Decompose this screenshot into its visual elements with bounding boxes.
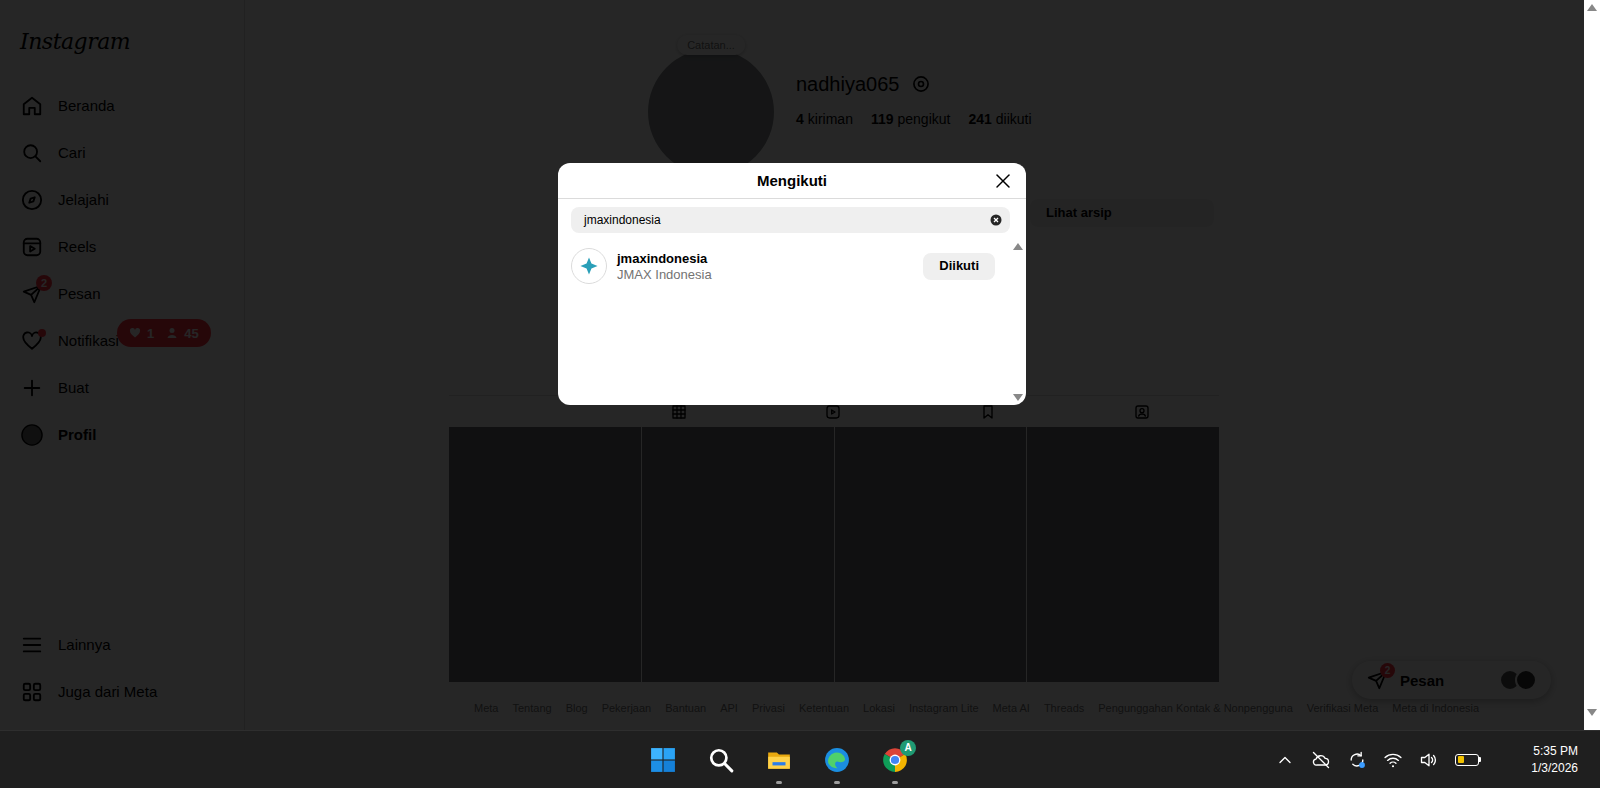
taskbar-app[interactable]: A: [866, 731, 924, 788]
sync-icon[interactable]: [1347, 750, 1367, 770]
profile-badge: A: [900, 740, 916, 756]
system-tray: 5:35 PM1/3/2026: [1275, 743, 1600, 777]
result-username[interactable]: jmaxindonesia: [617, 251, 712, 266]
running-indicator: [776, 781, 782, 784]
search-field[interactable]: jmaxindonesia: [571, 207, 1010, 233]
edge-icon: [824, 747, 850, 773]
result-full-name: JMAX Indonesia: [617, 267, 712, 282]
taskbar-apps: A: [634, 731, 924, 788]
battery-icon[interactable]: [1455, 754, 1481, 766]
search-value[interactable]: jmaxindonesia: [584, 213, 990, 227]
following-dialog: MengikutijmaxindonesiajmaxindonesiaJMAX …: [558, 163, 1026, 405]
running-indicator: [892, 781, 898, 784]
time: 5:35 PM: [1533, 743, 1578, 760]
scroll-up-icon[interactable]: [1013, 243, 1023, 250]
dialog-overlay[interactable]: MengikutijmaxindonesiajmaxindonesiaJMAX …: [0, 0, 1584, 730]
explorer-icon: [766, 747, 792, 773]
search-icon: [708, 747, 734, 773]
following-button[interactable]: Diikuti: [923, 253, 995, 280]
running-indicator: [718, 781, 724, 784]
chevron-icon[interactable]: [1275, 750, 1295, 770]
battery-track: [1455, 754, 1479, 766]
browser-page: InstagramBerandaCariJelajahiReels2PesanN…: [0, 0, 1600, 730]
wifi-icon[interactable]: [1383, 750, 1403, 770]
running-indicator: [660, 781, 666, 784]
date: 1/3/2026: [1531, 760, 1578, 777]
cloud-off-icon[interactable]: [1311, 750, 1331, 770]
start-icon: [650, 747, 676, 773]
scroll-down-icon[interactable]: [1587, 709, 1597, 716]
taskbar-app[interactable]: [692, 731, 750, 788]
dialog-scrollbar[interactable]: [1010, 233, 1026, 405]
battery-fill: [1458, 756, 1465, 763]
result-texts: jmaxindonesiaJMAX Indonesia: [617, 251, 712, 282]
result-row[interactable]: jmaxindonesiaJMAX Indonesia Diikuti: [571, 246, 1010, 286]
taskbar-app[interactable]: [634, 731, 692, 788]
taskbar: A 5:35 PM1/3/2026: [0, 730, 1600, 788]
results-list: jmaxindonesiaJMAX Indonesia Diikuti: [558, 233, 1010, 405]
instagram-page: InstagramBerandaCariJelajahiReels2PesanN…: [0, 0, 1584, 730]
battery-tip: [1479, 757, 1481, 762]
close-icon[interactable]: [994, 172, 1012, 190]
dialog-header: Mengikuti: [558, 163, 1026, 199]
clear-icon[interactable]: [990, 214, 1002, 226]
scroll-down-icon[interactable]: [1013, 394, 1023, 401]
running-indicator: [834, 781, 840, 784]
taskbar-app[interactable]: [808, 731, 866, 788]
page-scrollbar[interactable]: [1584, 0, 1600, 730]
jmax-logo-icon: [578, 255, 600, 277]
volume-icon[interactable]: [1419, 750, 1439, 770]
result-avatar[interactable]: [571, 248, 607, 284]
dialog-body: jmaxindonesiaJMAX Indonesia Diikuti: [558, 233, 1026, 405]
taskbar-app[interactable]: [750, 731, 808, 788]
scroll-up-icon[interactable]: [1587, 4, 1597, 11]
clock[interactable]: 5:35 PM1/3/2026: [1531, 743, 1578, 777]
dialog-title: Mengikuti: [757, 172, 827, 189]
